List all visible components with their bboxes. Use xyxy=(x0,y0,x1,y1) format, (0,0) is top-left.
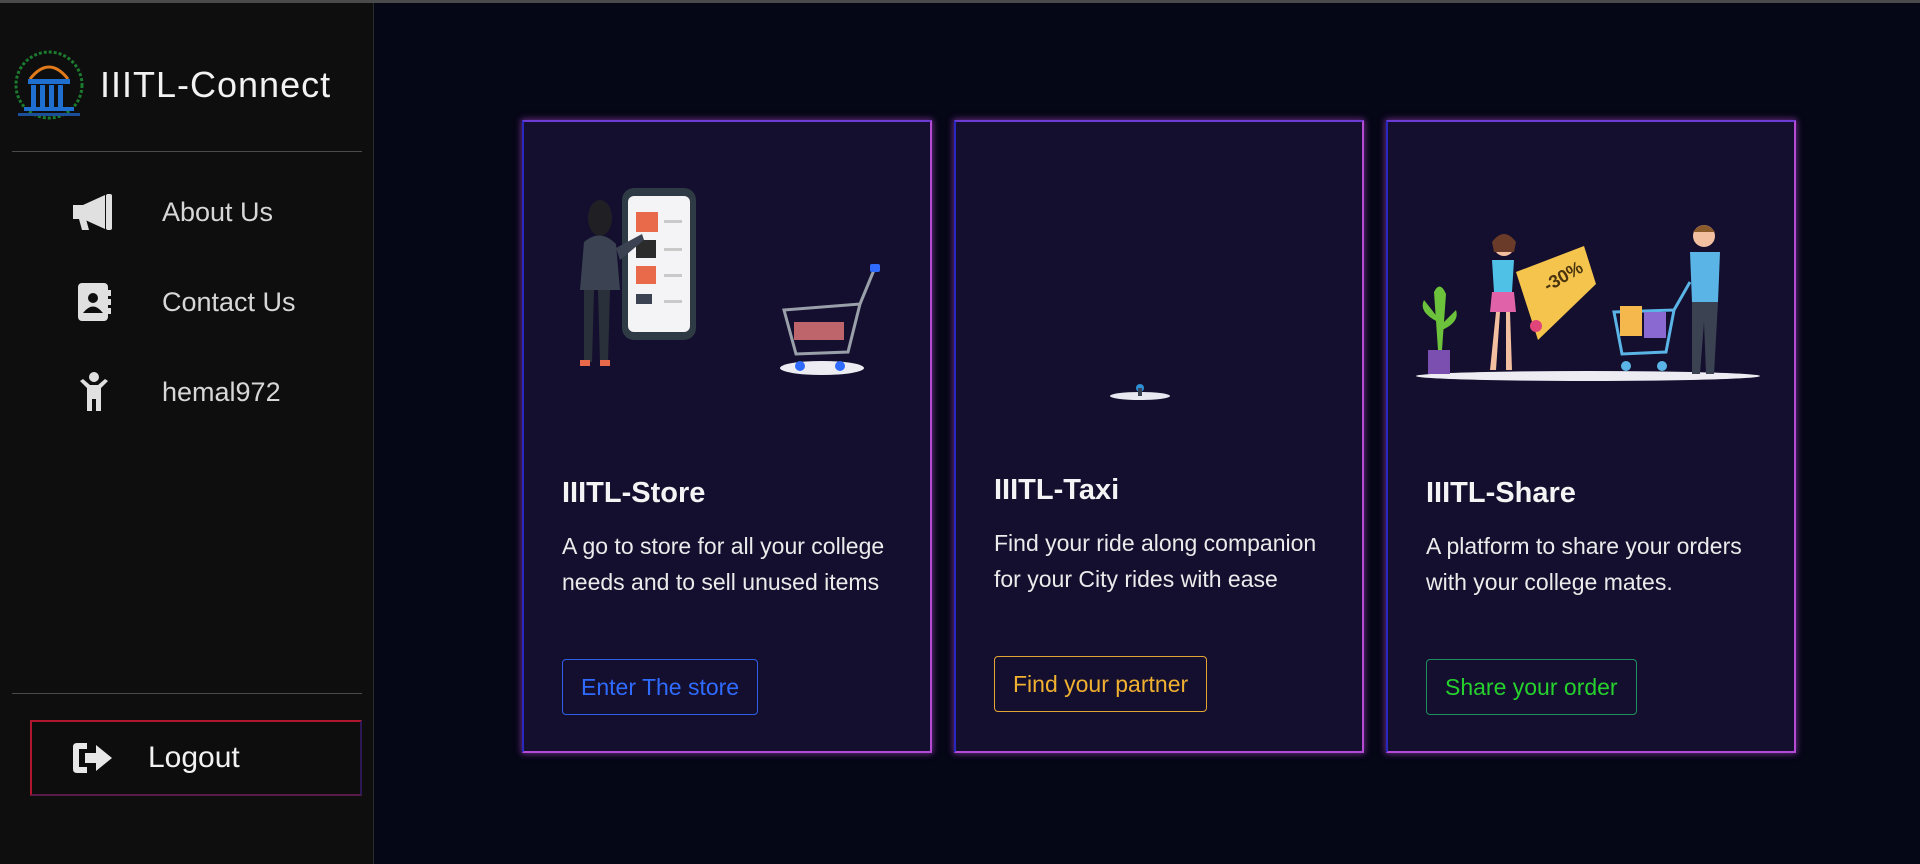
share-order-button[interactable]: Share your order xyxy=(1426,659,1637,715)
card-iiitl-store: IIITL-Store A go to store for all your c… xyxy=(522,120,932,753)
sidebar-divider-top xyxy=(12,151,362,152)
person-icon xyxy=(70,368,118,416)
card-description: Find your ride along companion for your … xyxy=(994,530,1317,592)
card-title: IIITL-Share xyxy=(1426,477,1576,509)
sign-out-icon xyxy=(70,734,116,782)
store-illustration xyxy=(580,188,880,375)
share-illustration: -30% xyxy=(1416,225,1760,381)
sidebar-divider-bottom xyxy=(12,693,362,694)
megaphone-icon xyxy=(70,188,118,236)
card-iiitl-taxi: IIITL-Taxi Find your ride along companio… xyxy=(954,120,1364,753)
contact-card-icon xyxy=(70,278,118,326)
brand-title: IIITL-Connect xyxy=(100,64,332,105)
sidebar: IIITL-Connect About Us Contact Us hemal9… xyxy=(0,3,374,864)
find-partner-button[interactable]: Find your partner xyxy=(994,656,1208,712)
sidebar-item-profile[interactable]: hemal972 xyxy=(70,367,360,417)
card-iiitl-share: -30% IIITL-Share A platform to share you… xyxy=(1386,120,1796,753)
card-description: A go to store for all your college needs… xyxy=(562,533,885,595)
taxi-illustration xyxy=(1110,384,1170,400)
sidebar-item-label: hemal972 xyxy=(162,376,281,407)
iiitl-logo xyxy=(14,50,84,120)
sidebar-item-label: Contact Us xyxy=(162,286,296,317)
enter-store-button[interactable]: Enter The store xyxy=(562,659,759,715)
sidebar-item-label: About Us xyxy=(162,196,274,227)
card-title: IIITL-Taxi xyxy=(994,474,1120,506)
sidebar-item-contact-us[interactable]: Contact Us xyxy=(70,277,360,327)
logout-label: Logout xyxy=(148,741,240,774)
sidebar-item-about-us[interactable]: About Us xyxy=(70,187,360,237)
card-description: A platform to share your orders with you… xyxy=(1426,533,1742,595)
brand[interactable]: IIITL-Connect xyxy=(10,45,360,125)
card-title: IIITL-Store xyxy=(562,477,706,509)
logout-button[interactable]: Logout xyxy=(30,720,362,796)
